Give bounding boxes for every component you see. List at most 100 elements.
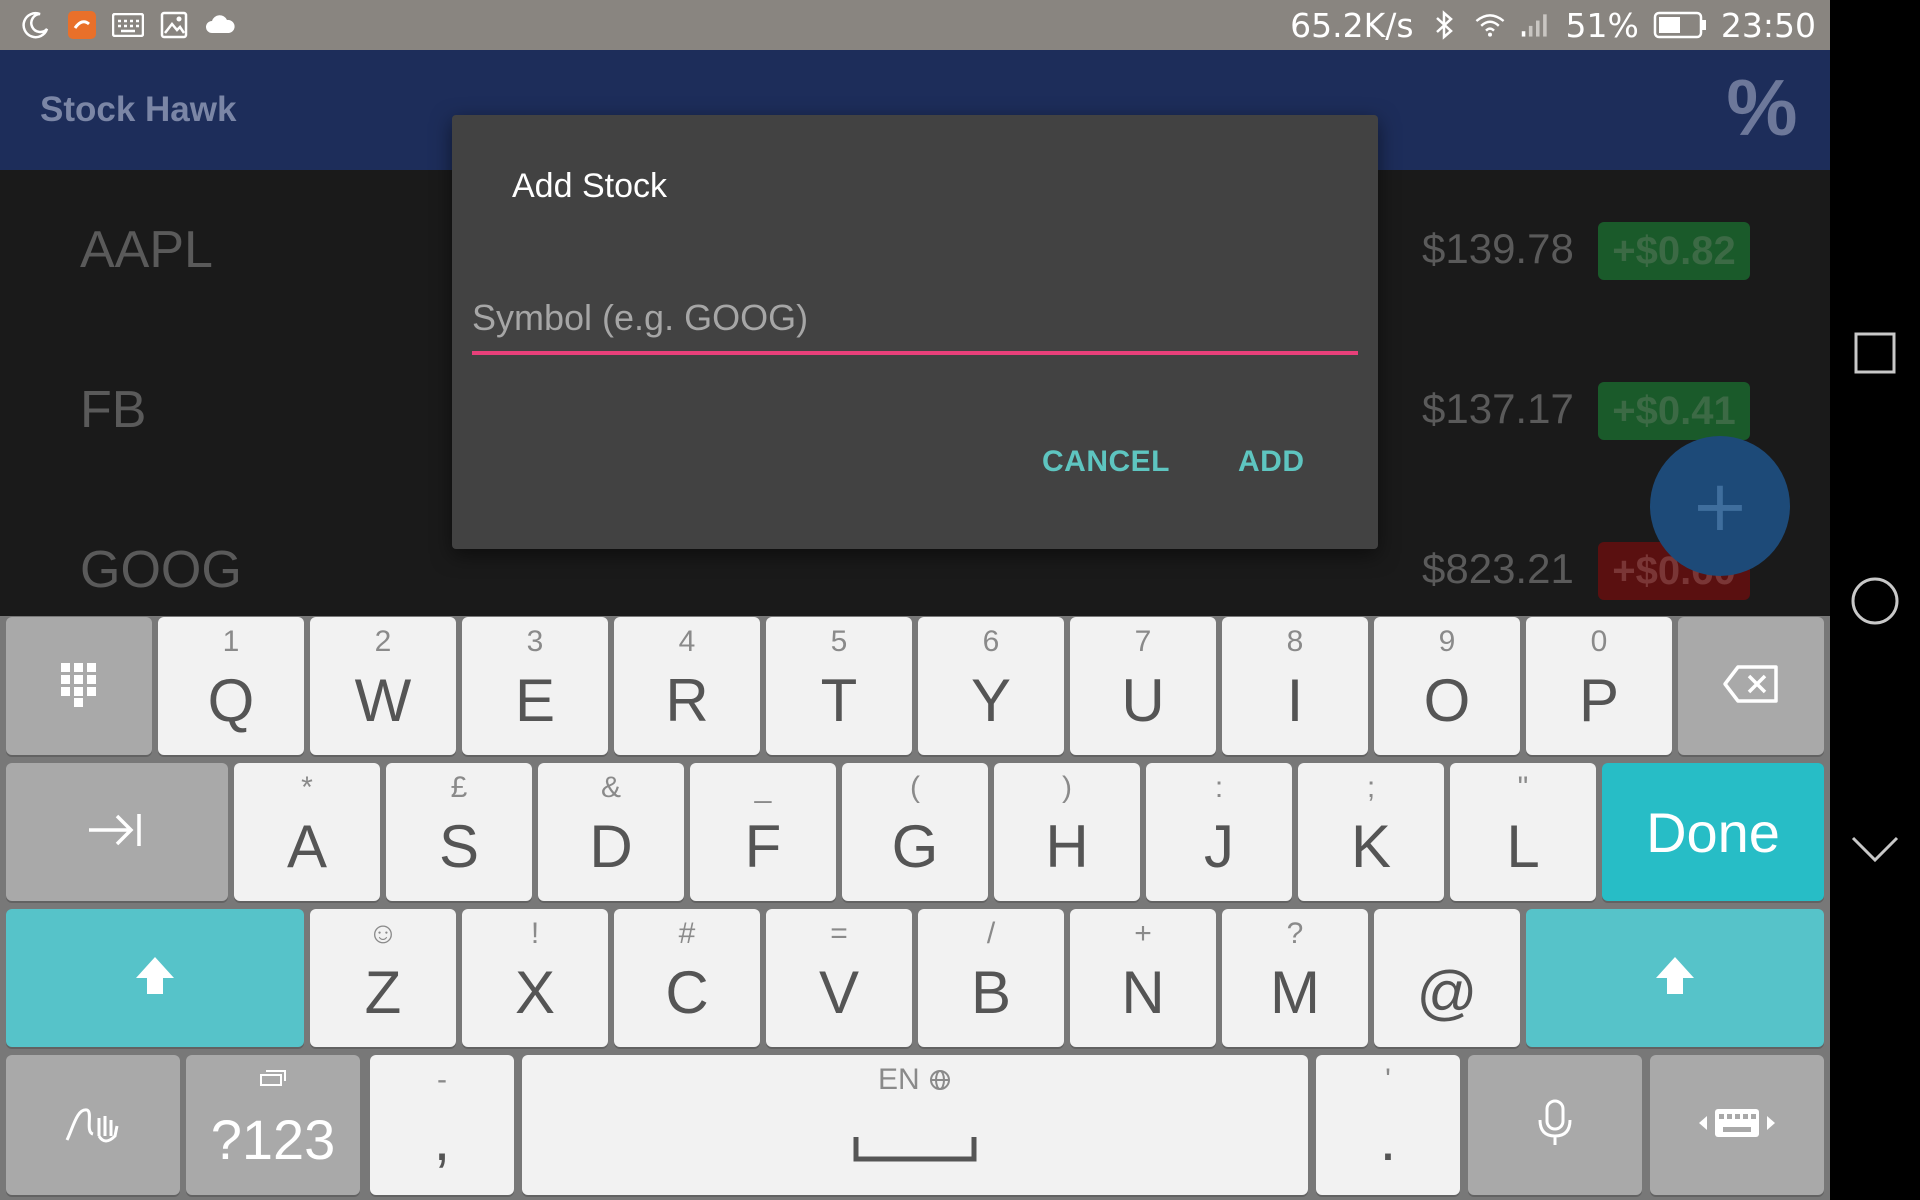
key-d[interactable]: & D <box>538 763 684 901</box>
shift-key-left[interactable] <box>6 909 304 1047</box>
add-button[interactable]: ADD <box>1238 445 1305 479</box>
percent-toggle-button[interactable]: % <box>1722 63 1802 152</box>
done-key[interactable]: Done <box>1602 763 1824 901</box>
key-label: . <box>1379 1105 1397 1173</box>
key-c[interactable]: # C <box>614 909 760 1047</box>
key-r[interactable]: 4R <box>614 617 760 755</box>
key-u[interactable]: 7U <box>1070 617 1216 755</box>
key-y[interactable]: 6Y <box>918 617 1064 755</box>
add-stock-fab[interactable]: + <box>1650 436 1790 576</box>
key-label: H <box>1045 812 1089 880</box>
cloud-icon <box>204 9 236 41</box>
key-sub-label: ( <box>910 771 920 804</box>
key-b[interactable]: / B <box>918 909 1064 1047</box>
key-sub-label: + <box>1134 917 1152 950</box>
key-w[interactable]: 2W <box>310 617 456 755</box>
key-s[interactable]: £ S <box>386 763 532 901</box>
key-q[interactable]: 1Q <box>158 617 304 755</box>
key-e[interactable]: 3E <box>462 617 608 755</box>
key-label: E <box>514 666 556 734</box>
key-o[interactable]: 9O <box>1374 617 1520 755</box>
key-v[interactable]: = V <box>766 909 912 1047</box>
cancel-button[interactable]: CANCEL <box>1042 445 1170 479</box>
keyboard-arrows-icon <box>1697 1105 1777 1146</box>
recents-button[interactable] <box>1850 330 1900 380</box>
key-f[interactable]: _ F <box>690 763 836 901</box>
key-sub-label: 3 <box>526 625 544 658</box>
key-label: O <box>1423 666 1471 734</box>
space-key[interactable]: EN <box>522 1055 1308 1195</box>
key-at[interactable]: @ <box>1374 909 1520 1047</box>
stock-price: $139.78 <box>1422 225 1574 272</box>
stock-symbol: FB <box>80 381 147 439</box>
backspace-key[interactable] <box>1678 617 1824 755</box>
space-icon <box>853 1135 977 1168</box>
key-label: Q <box>207 666 255 734</box>
tab-key[interactable] <box>6 763 228 901</box>
comma-key[interactable]: -, <box>370 1055 514 1195</box>
microphone-icon <box>1535 1098 1575 1153</box>
key-label: X <box>514 958 556 1026</box>
symbol-input[interactable] <box>472 295 1358 355</box>
shift-key-right[interactable] <box>1526 909 1824 1047</box>
key-l[interactable]: " L <box>1450 763 1596 901</box>
keyboard-mode-key[interactable] <box>1650 1055 1824 1195</box>
key-label: C <box>665 958 709 1026</box>
handwriting-icon <box>63 1098 123 1153</box>
key-label: , <box>433 1105 451 1173</box>
key-label: W <box>354 666 412 734</box>
done-label: Done <box>1646 800 1780 864</box>
key-sub-label: 6 <box>982 625 1000 658</box>
key-z[interactable]: ☺ Z <box>310 909 456 1047</box>
symbols-key[interactable]: ?123 <box>186 1055 360 1195</box>
status-notification-icons <box>20 8 236 42</box>
key-sub-label: 2 <box>374 625 392 658</box>
key-x[interactable]: ! X <box>462 909 608 1047</box>
key-h[interactable]: ) H <box>994 763 1140 901</box>
key-sub-label: " <box>1517 771 1529 804</box>
tab-icon <box>87 810 147 855</box>
navigation-bar <box>1830 0 1920 1200</box>
hide-keyboard-button[interactable] <box>1850 826 1900 876</box>
key-sub-label: : <box>1214 771 1224 804</box>
key-label: J <box>1204 812 1234 880</box>
key-sub-label: ! <box>530 917 540 950</box>
moon-icon <box>20 9 52 41</box>
key-n[interactable]: + N <box>1070 909 1216 1047</box>
key-label: Z <box>364 958 402 1026</box>
key-label: A <box>286 812 328 880</box>
key-sub-label: 4 <box>678 625 696 658</box>
language-indicator: EN <box>522 1063 1308 1097</box>
key-sub-label: 0 <box>1590 625 1608 658</box>
key-sub-label: ) <box>1062 771 1072 804</box>
key-label: B <box>970 958 1012 1026</box>
key-label: L <box>1506 812 1540 880</box>
key-a[interactable]: * A <box>234 763 380 901</box>
stock-symbol: AAPL <box>80 221 213 279</box>
image-icon <box>158 9 190 41</box>
key-j[interactable]: :J <box>1146 763 1292 901</box>
key-i[interactable]: 8I <box>1222 617 1368 755</box>
home-button[interactable] <box>1850 577 1900 628</box>
numpad-key[interactable] <box>6 617 152 755</box>
period-key[interactable]: '. <box>1316 1055 1460 1195</box>
handwriting-key[interactable] <box>6 1055 180 1195</box>
network-speed: 65.2K/s <box>1290 5 1414 45</box>
add-stock-dialog: Add Stock CANCEL ADD <box>452 115 1378 549</box>
clock: 23:50 <box>1720 5 1816 45</box>
key-sub-label: & <box>600 771 621 804</box>
key-t[interactable]: 5T <box>766 617 912 755</box>
key-p[interactable]: 0P <box>1526 617 1672 755</box>
key-label: I <box>1286 666 1304 734</box>
language-label: EN <box>877 1063 920 1096</box>
status-system-indicators: 65.2K/s 51% 23:50 <box>1290 0 1816 50</box>
voice-input-key[interactable] <box>1468 1055 1642 1195</box>
stock-price: $137.17 <box>1422 385 1574 432</box>
stock-change-badge: +$0.82 <box>1598 222 1750 280</box>
key-sub-label: / <box>986 917 996 950</box>
key-k[interactable]: ; K <box>1298 763 1444 901</box>
key-m[interactable]: ? M <box>1222 909 1368 1047</box>
key-g[interactable]: (G <box>842 763 988 901</box>
key-sub-label: ? <box>1286 917 1304 950</box>
key-sub-label: 7 <box>1134 625 1152 658</box>
